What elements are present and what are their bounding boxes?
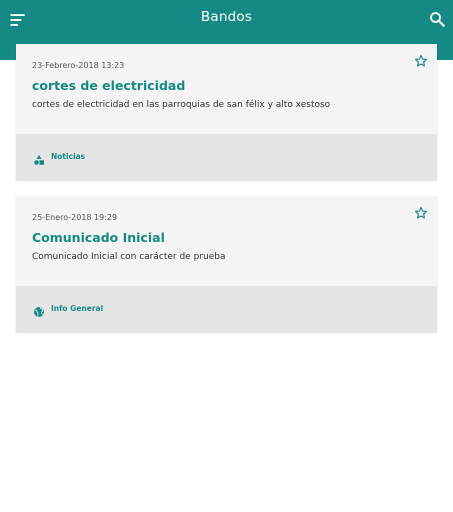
card-description: Comunicado Inicial con carácter de prueb…	[32, 252, 226, 262]
star-outline-icon[interactable]	[414, 53, 428, 67]
shapes-icon	[33, 151, 45, 165]
star-outline-icon[interactable]	[414, 205, 428, 219]
card-title[interactable]: cortes de electricidad	[32, 78, 185, 93]
card-category-footer[interactable]: Info General	[16, 286, 437, 332]
card-date: 23-Febrero-2018 13:23	[32, 61, 125, 70]
page-title: Bandos	[200, 9, 253, 25]
card-category-footer[interactable]: Noticias	[16, 134, 437, 180]
bando-card[interactable]: 23-Febrero-2018 13:23 cortes de electric…	[16, 44, 437, 180]
globe-icon	[33, 303, 45, 317]
category-label: Noticias	[51, 152, 86, 161]
card-title[interactable]: Comunicado Inicial	[32, 230, 165, 245]
card-description: cortes de electricidad en las parroquias…	[32, 100, 331, 110]
card-date: 25-Enero-2018 19:29	[32, 213, 118, 222]
bando-card[interactable]: 25-Enero-2018 19:29 Comunicado Inicial C…	[16, 196, 437, 332]
category-label: Info General	[51, 304, 104, 313]
search-icon[interactable]	[428, 10, 446, 28]
